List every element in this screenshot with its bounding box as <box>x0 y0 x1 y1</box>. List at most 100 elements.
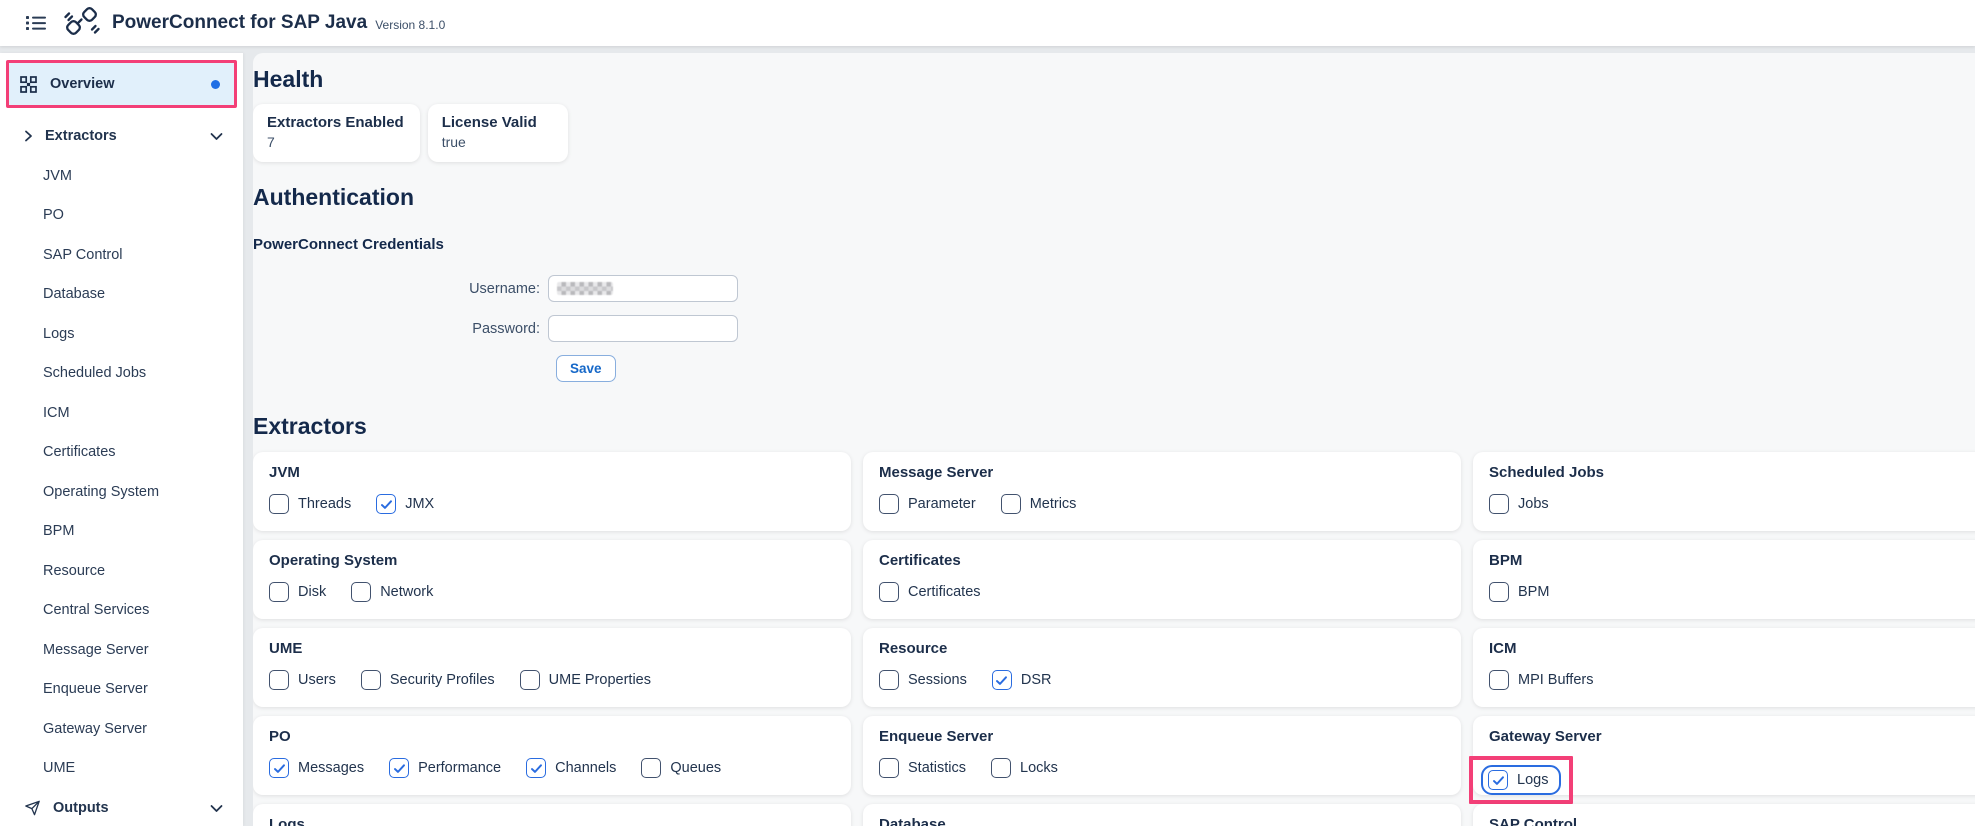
checkbox-disk[interactable] <box>269 582 289 602</box>
extractor-card-logs: Logs <box>253 804 851 826</box>
checkbox-row: ParameterMetrics <box>879 494 1445 514</box>
checkbox-certificates[interactable] <box>879 582 899 602</box>
extractor-card-bpm: BPMBPM <box>1473 540 1975 619</box>
checkbox-group-performance: Performance <box>389 758 501 778</box>
sidebar-item-operating-system[interactable]: Operating System <box>0 472 243 512</box>
checkbox-mpi-buffers[interactable] <box>1489 670 1509 690</box>
sidebar-item-overview[interactable]: Overview <box>6 60 237 108</box>
checkbox-label: MPI Buffers <box>1518 672 1593 688</box>
sidebar-group-outputs[interactable]: Outputs <box>0 788 243 826</box>
card-title: Certificates <box>879 552 1445 569</box>
checkbox-group-certificates: Certificates <box>879 582 981 602</box>
extractor-card-jvm: JVMThreadsJMX <box>253 452 851 531</box>
checkbox-row: MessagesPerformanceChannelsQueues <box>269 758 835 778</box>
checkbox-label: Certificates <box>908 584 981 600</box>
checkbox-label: Messages <box>298 760 364 776</box>
checkbox-row: SessionsDSR <box>879 670 1445 690</box>
sidebar-item-gateway-server[interactable]: Gateway Server <box>0 709 243 749</box>
checkbox-label: Users <box>298 672 336 688</box>
authentication-heading: Authentication <box>253 184 1975 211</box>
menu-icon[interactable] <box>22 9 50 37</box>
health-card-title: Extractors Enabled <box>267 114 404 131</box>
sidebar-item-bpm[interactable]: BPM <box>0 512 243 552</box>
sidebar-item-central-services[interactable]: Central Services <box>0 591 243 631</box>
checkbox-jobs[interactable] <box>1489 494 1509 514</box>
checkbox-label: Jobs <box>1518 496 1549 512</box>
health-card-license-valid: License Valid true <box>428 104 568 162</box>
sidebar: Overview Extractors JVMPOSAP ControlData… <box>0 53 243 826</box>
sidebar-group-label: Outputs <box>53 800 109 816</box>
checkbox-label: Locks <box>1020 760 1058 776</box>
checkbox-row: Users Security Profiles UME Properties <box>269 670 835 690</box>
sidebar-item-enqueue-server[interactable]: Enqueue Server <box>0 670 243 710</box>
sidebar-item-icm[interactable]: ICM <box>0 393 243 433</box>
extractor-card-enqueue-server: Enqueue ServerStatisticsLocks <box>863 716 1461 795</box>
checkbox-label: Sessions <box>908 672 967 688</box>
checkbox-row: MPI Buffers <box>1489 670 1975 690</box>
sidebar-item-logs[interactable]: Logs <box>0 314 243 354</box>
chevron-down-icon <box>210 132 223 141</box>
checkbox-jmx[interactable] <box>376 494 396 514</box>
checkbox-ume-properties[interactable] <box>520 670 540 690</box>
extractors-heading: Extractors <box>253 413 1975 440</box>
sidebar-group-extractors[interactable]: Extractors <box>0 116 243 156</box>
checkbox-group-mpi-buffers: MPI Buffers <box>1489 670 1593 690</box>
sidebar-item-jvm[interactable]: JVM <box>0 156 243 196</box>
checkbox-label: Network <box>380 584 433 600</box>
credentials-form: Username: Password: Save <box>253 275 1975 382</box>
extractor-card-po: POMessagesPerformanceChannelsQueues <box>253 716 851 795</box>
checkbox-messages[interactable] <box>269 758 289 778</box>
card-title: Database <box>879 816 1445 826</box>
checkbox-row: StatisticsLocks <box>879 758 1445 778</box>
checkbox-row: BPM <box>1489 582 1975 602</box>
checkbox-label: Parameter <box>908 496 976 512</box>
checkbox-bpm[interactable] <box>1489 582 1509 602</box>
checkbox-group-messages: Messages <box>269 758 364 778</box>
checkbox-channels[interactable] <box>526 758 546 778</box>
checkbox-locks[interactable] <box>991 758 1011 778</box>
checkbox-threads[interactable] <box>269 494 289 514</box>
sidebar-item-ume[interactable]: UME <box>0 749 243 789</box>
extractor-card-sap-control: SAP Control <box>1473 804 1975 826</box>
password-input[interactable] <box>548 315 738 342</box>
checkbox-logs[interactable] <box>1488 770 1508 790</box>
checkbox-sessions[interactable] <box>879 670 899 690</box>
checkbox-label: BPM <box>1518 584 1549 600</box>
checkbox-label: Disk <box>298 584 326 600</box>
checkbox-label: UME Properties <box>549 672 651 688</box>
sidebar-item-po[interactable]: PO <box>0 196 243 236</box>
checkbox-users[interactable] <box>269 670 289 690</box>
checkbox-row: Logs <box>1489 758 1975 804</box>
card-title: Logs <box>269 816 835 826</box>
sidebar-item-sap-control[interactable]: SAP Control <box>0 235 243 275</box>
checkbox-group-security-profiles: Security Profiles <box>361 670 495 690</box>
sidebar-item-scheduled-jobs[interactable]: Scheduled Jobs <box>0 354 243 394</box>
sidebar-subitems: JVMPOSAP ControlDatabaseLogsScheduled Jo… <box>0 156 243 788</box>
focus-ring: Logs <box>1481 765 1561 795</box>
checkbox-label: Security Profiles <box>390 672 495 688</box>
checkbox-label: Queues <box>670 760 721 776</box>
checkbox-group-ume-properties: UME Properties <box>520 670 651 690</box>
checkbox-parameter[interactable] <box>879 494 899 514</box>
checkbox-metrics[interactable] <box>1001 494 1021 514</box>
checkbox-security-profiles[interactable] <box>361 670 381 690</box>
checkbox-performance[interactable] <box>389 758 409 778</box>
sidebar-item-database[interactable]: Database <box>0 275 243 315</box>
checkbox-label: Logs <box>1517 772 1548 788</box>
checkbox-network[interactable] <box>351 582 371 602</box>
extractor-card-icm: ICMMPI Buffers <box>1473 628 1975 707</box>
sidebar-item-message-server[interactable]: Message Server <box>0 630 243 670</box>
extractor-card-gateway-server: Gateway ServerLogs <box>1473 716 1975 795</box>
sidebar-item-certificates[interactable]: Certificates <box>0 433 243 473</box>
save-button[interactable]: Save <box>556 355 616 382</box>
checkbox-statistics[interactable] <box>879 758 899 778</box>
checkbox-queues[interactable] <box>641 758 661 778</box>
sidebar-item-resource[interactable]: Resource <box>0 551 243 591</box>
checkbox-group-locks: Locks <box>991 758 1058 778</box>
card-title: Scheduled Jobs <box>1489 464 1975 481</box>
health-cards: Extractors Enabled 7 License Valid true <box>253 104 1975 162</box>
chevron-down-icon <box>210 804 223 813</box>
checkbox-dsr[interactable] <box>992 670 1012 690</box>
checkbox-group-jmx: JMX <box>376 494 434 514</box>
notification-dot <box>211 80 220 89</box>
